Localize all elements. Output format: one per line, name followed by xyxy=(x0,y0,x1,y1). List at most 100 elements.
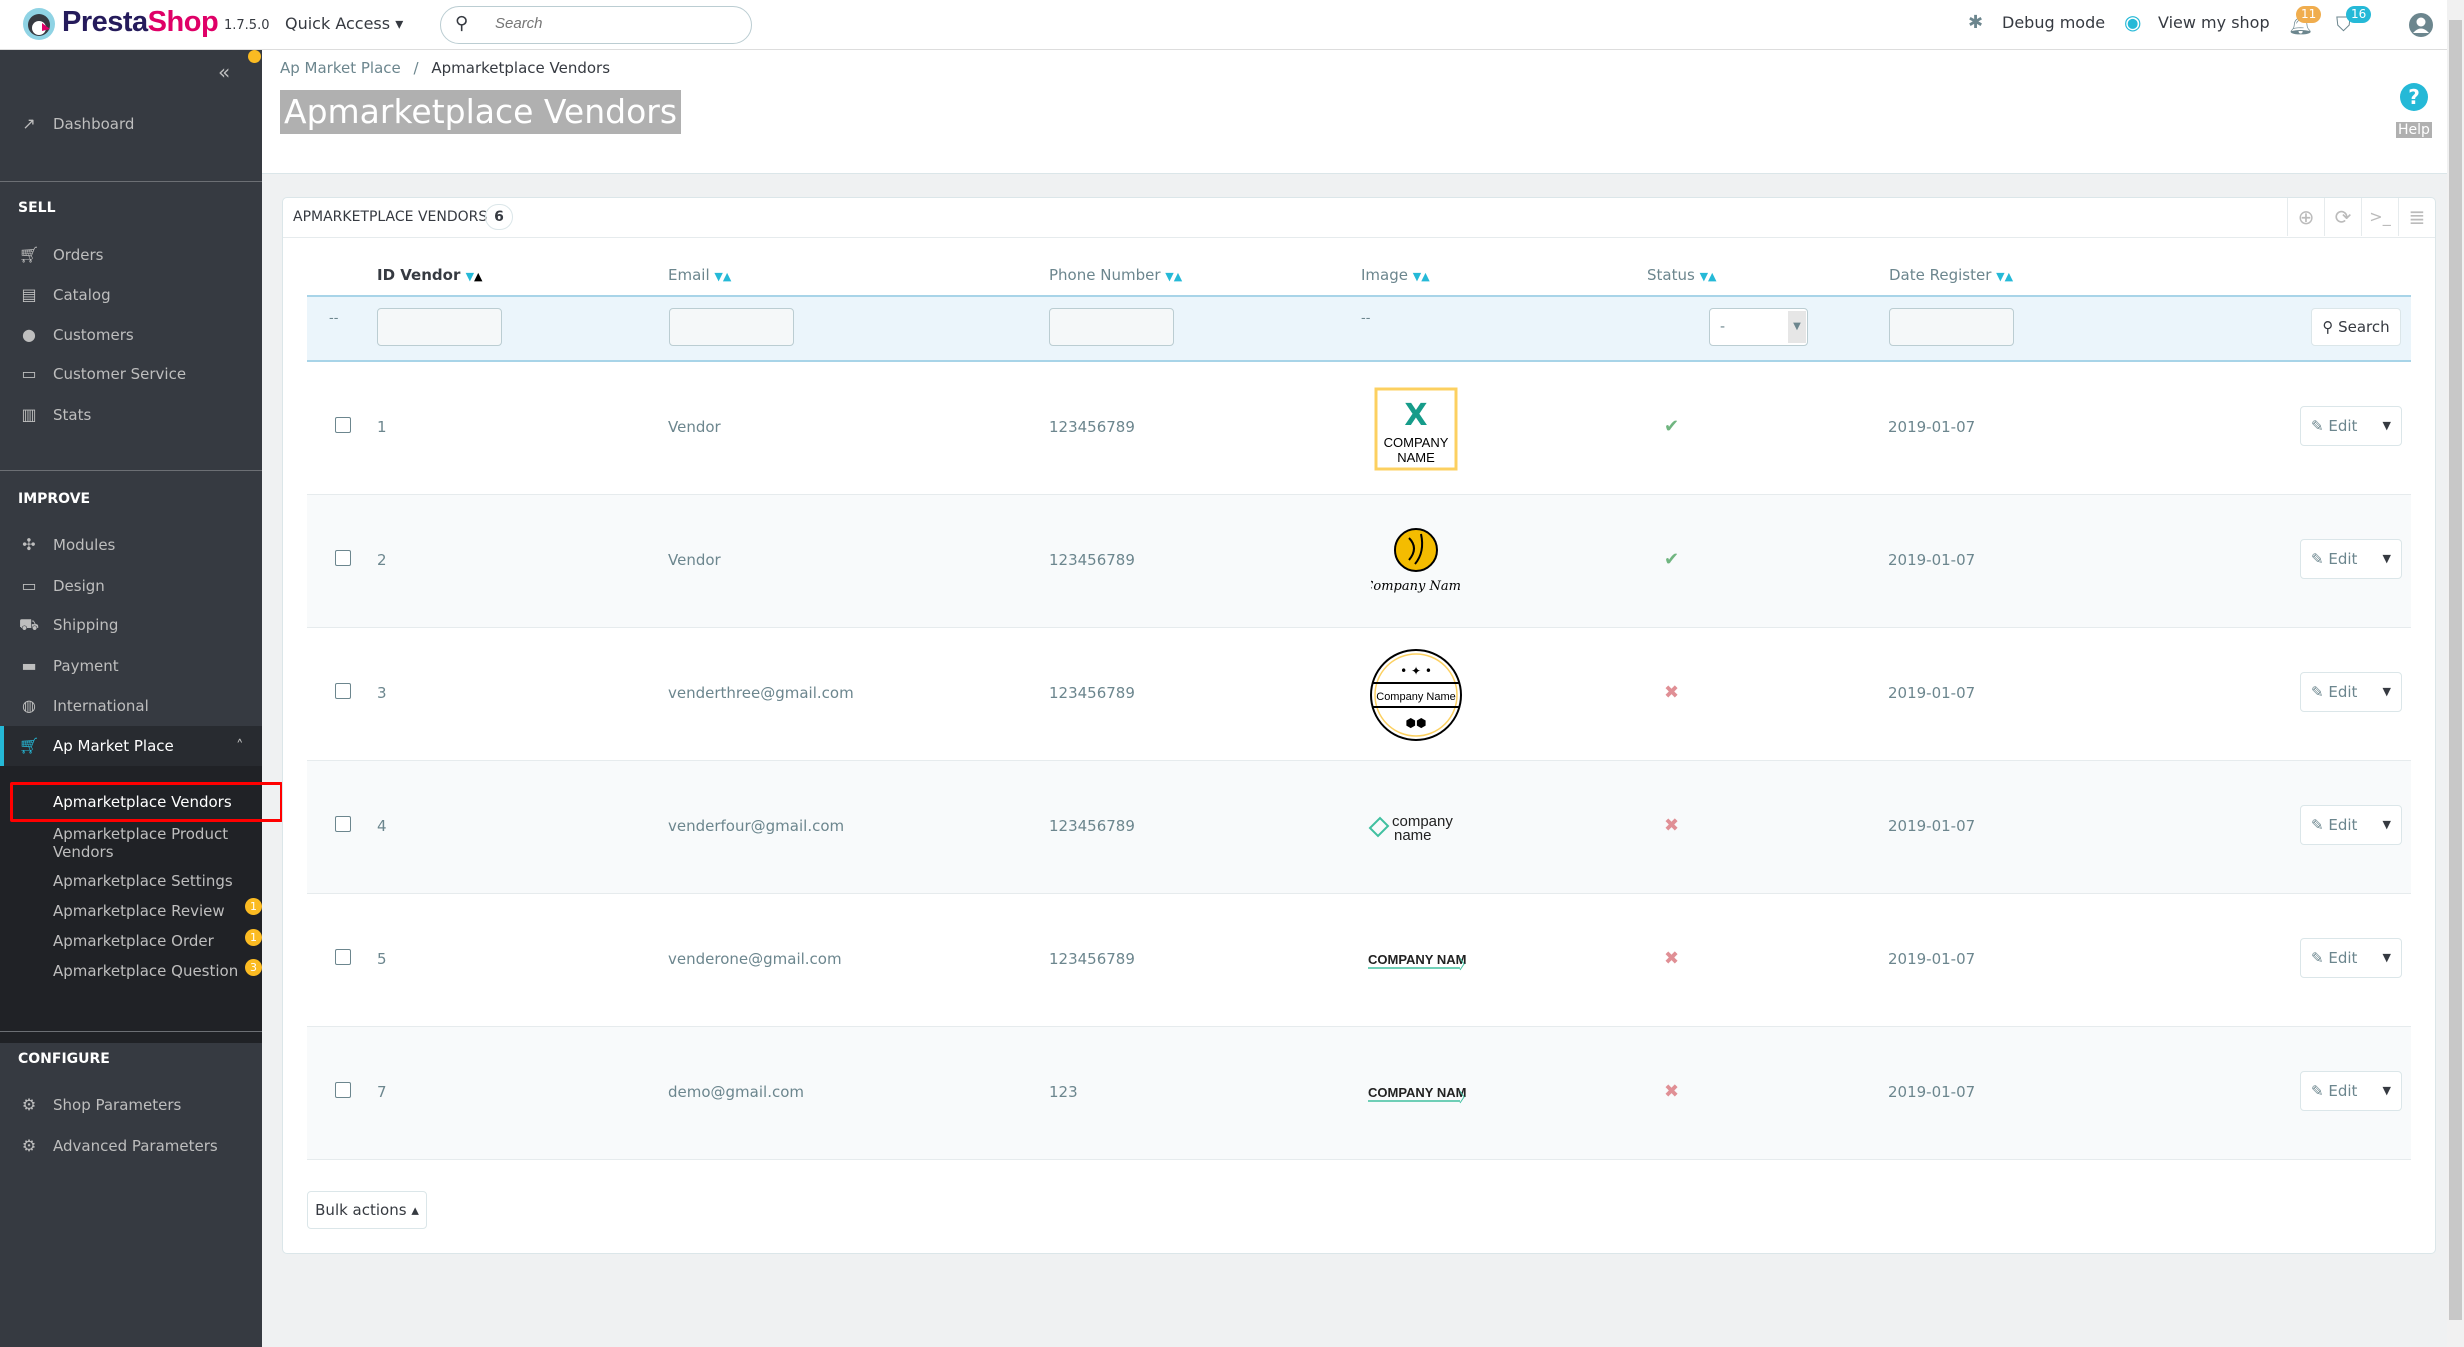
bulk-actions-button[interactable]: Bulk actions ▴ xyxy=(307,1191,427,1229)
sidebar-item-customer-service[interactable]: ▭ Customer Service xyxy=(0,359,262,389)
sort-icon[interactable]: ▼▲ xyxy=(1413,270,1430,283)
edit-button[interactable]: ✎ Edit ▼ xyxy=(2300,539,2402,579)
sidebar-item-shop-parameters[interactable]: ⚙ Shop Parameters xyxy=(0,1090,262,1120)
vendor-logo: Company Name xyxy=(1361,495,1471,628)
sort-desc-icon[interactable]: ▼ xyxy=(466,270,474,283)
svg-text:• ✦ •: • ✦ • xyxy=(1400,664,1432,678)
row-checkbox[interactable] xyxy=(335,949,351,965)
sidebar-item-customers[interactable]: ● Customers xyxy=(0,320,262,350)
scrollbar-thumb[interactable] xyxy=(2449,20,2462,1320)
svg-text:X: X xyxy=(1404,398,1427,433)
edit-button[interactable]: ✎ Edit ▼ xyxy=(2300,938,2402,978)
vendor-logo: company name xyxy=(1361,761,1471,894)
collapse-sidebar-icon[interactable]: « xyxy=(218,60,230,84)
pencil-icon: ✎ xyxy=(2311,417,2324,435)
row-checkbox[interactable] xyxy=(335,417,351,433)
col-email[interactable]: Email ▼▲ xyxy=(668,266,731,284)
help-icon: ? xyxy=(2400,83,2428,111)
col-id-vendor[interactable]: ID Vendor ▼▲ xyxy=(377,266,483,284)
status-disabled-icon[interactable]: ✖ xyxy=(1664,815,1679,836)
count-badge: 6 xyxy=(485,204,513,230)
user-avatar-icon[interactable] xyxy=(2408,12,2434,38)
submenu-item-question[interactable]: Apmarketplace Question xyxy=(53,962,238,980)
sidebar-item-modules[interactable]: ✣ Modules xyxy=(0,530,262,560)
cell-email: Vendor xyxy=(668,418,721,436)
sidebar-item-shipping[interactable]: ⛟ Shipping xyxy=(0,610,262,640)
truck-icon: ⛟ xyxy=(18,615,40,634)
row-checkbox[interactable] xyxy=(335,1082,351,1098)
sidebar-item-ap-market-place[interactable]: 🛒︎ Ap Market Place ˄ xyxy=(0,726,262,766)
sidebar-item-catalog[interactable]: ▤ Catalog xyxy=(0,280,262,310)
search-button[interactable]: ⚲ Search xyxy=(2311,308,2401,346)
breadcrumb-parent[interactable]: Ap Market Place xyxy=(280,59,401,77)
prestashop-logo[interactable]: PrestaShop xyxy=(22,6,222,43)
caret-down-icon[interactable]: ▼ xyxy=(2383,540,2391,578)
caret-down-icon[interactable]: ▼ xyxy=(2383,673,2391,711)
filter-id-input[interactable] xyxy=(377,308,502,346)
sort-asc-icon[interactable]: ▲ xyxy=(474,270,482,283)
scrollbar[interactable] xyxy=(2447,0,2464,1347)
submenu-item-order[interactable]: Apmarketplace Order xyxy=(53,932,214,950)
chevron-up-icon: ˄ xyxy=(236,737,244,755)
sort-icon[interactable]: ▼▲ xyxy=(714,270,731,283)
col-image[interactable]: Image ▼▲ xyxy=(1361,266,1430,284)
notifications-button[interactable]: 🔔︎ 11 xyxy=(2288,6,2322,38)
sort-icon[interactable]: ▼▲ xyxy=(1165,270,1182,283)
sidebar-item-payment[interactable]: ▬ Payment xyxy=(0,651,262,681)
sidebar-item-design[interactable]: ▭ Design xyxy=(0,571,262,601)
caret-down-icon[interactable]: ▼ xyxy=(2383,1072,2391,1110)
caret-down-icon[interactable]: ▼ xyxy=(2383,806,2391,844)
orders-button[interactable]: ⛉ 16 xyxy=(2336,6,2372,38)
col-date-register[interactable]: Date Register ▼▲ xyxy=(1889,266,2013,284)
search-box: ⚲ xyxy=(440,6,752,44)
row-checkbox[interactable] xyxy=(335,550,351,566)
refresh-icon[interactable]: ⟳ xyxy=(2324,198,2361,236)
add-new-icon[interactable]: ⊕ xyxy=(2287,198,2324,236)
edit-button[interactable]: ✎ Edit ▼ xyxy=(2300,1071,2402,1111)
search-icon: ⚲ xyxy=(2322,318,2334,336)
edit-button[interactable]: ✎ Edit ▼ xyxy=(2300,672,2402,712)
search-input[interactable] xyxy=(495,15,735,32)
col-status[interactable]: Status ▼▲ xyxy=(1647,266,1717,284)
quick-access-dropdown[interactable]: Quick Access ▾ xyxy=(285,14,403,33)
filter-email-input[interactable] xyxy=(669,308,794,346)
caret-down-icon[interactable]: ▼ xyxy=(2383,939,2391,977)
sidebar-item-orders[interactable]: 🛒︎ Orders xyxy=(0,240,262,270)
edit-button[interactable]: ✎ Edit ▼ xyxy=(2300,805,2402,845)
sidebar-item-advanced-parameters[interactable]: ⚙ Advanced Parameters xyxy=(0,1131,262,1161)
filter-date-input[interactable] xyxy=(1889,308,2014,346)
sql-query-icon[interactable]: >_ xyxy=(2361,198,2398,236)
view-my-shop-link[interactable]: View my shop xyxy=(2158,13,2270,32)
breadcrumb-current: Apmarketplace Vendors xyxy=(431,59,611,77)
submenu-item-review[interactable]: Apmarketplace Review xyxy=(53,902,225,920)
edit-button[interactable]: ✎ Edit ▼ xyxy=(2300,406,2402,446)
submenu-item-settings[interactable]: Apmarketplace Settings xyxy=(53,872,233,890)
filter-phone-input[interactable] xyxy=(1049,308,1174,346)
sidebar-item-stats[interactable]: ▥ Stats xyxy=(0,400,262,430)
sidebar-item-dashboard[interactable]: ↗ Dashboard xyxy=(0,109,262,139)
page-head: Ap Market Place / Apmarketplace Vendors … xyxy=(262,50,2447,174)
submenu-item-vendors[interactable]: Apmarketplace Vendors xyxy=(53,793,232,811)
database-icon[interactable]: ≣ xyxy=(2398,198,2435,236)
debug-mode-link[interactable]: Debug mode xyxy=(2002,13,2105,32)
status-enabled-icon[interactable]: ✔ xyxy=(1664,549,1679,570)
col-phone[interactable]: Phone Number ▼▲ xyxy=(1049,266,1182,284)
status-enabled-icon[interactable]: ✔ xyxy=(1664,416,1679,437)
eye-icon: ◉ xyxy=(2124,10,2142,34)
svg-text:Company Name: Company Name xyxy=(1376,691,1455,703)
sort-icon[interactable]: ▼▲ xyxy=(1996,270,2013,283)
filter-status-select[interactable]: - ▼ xyxy=(1709,308,1808,346)
sort-icon[interactable]: ▼▲ xyxy=(1700,270,1717,283)
sidebar-item-international[interactable]: ◍ International xyxy=(0,691,262,721)
status-disabled-icon[interactable]: ✖ xyxy=(1664,682,1679,703)
section-improve: IMPROVE xyxy=(18,491,91,507)
cell-date: 2019-01-07 xyxy=(1888,950,1976,968)
status-disabled-icon[interactable]: ✖ xyxy=(1664,948,1679,969)
orders-badge: 16 xyxy=(2346,6,2372,23)
status-disabled-icon[interactable]: ✖ xyxy=(1664,1081,1679,1102)
row-checkbox[interactable] xyxy=(335,683,351,699)
submenu-item-product-vendors[interactable]: Apmarketplace Product Vendors xyxy=(53,825,253,861)
caret-down-icon[interactable]: ▼ xyxy=(2383,407,2391,445)
row-checkbox[interactable] xyxy=(335,816,351,832)
help-button[interactable]: ? Help xyxy=(2396,82,2432,138)
